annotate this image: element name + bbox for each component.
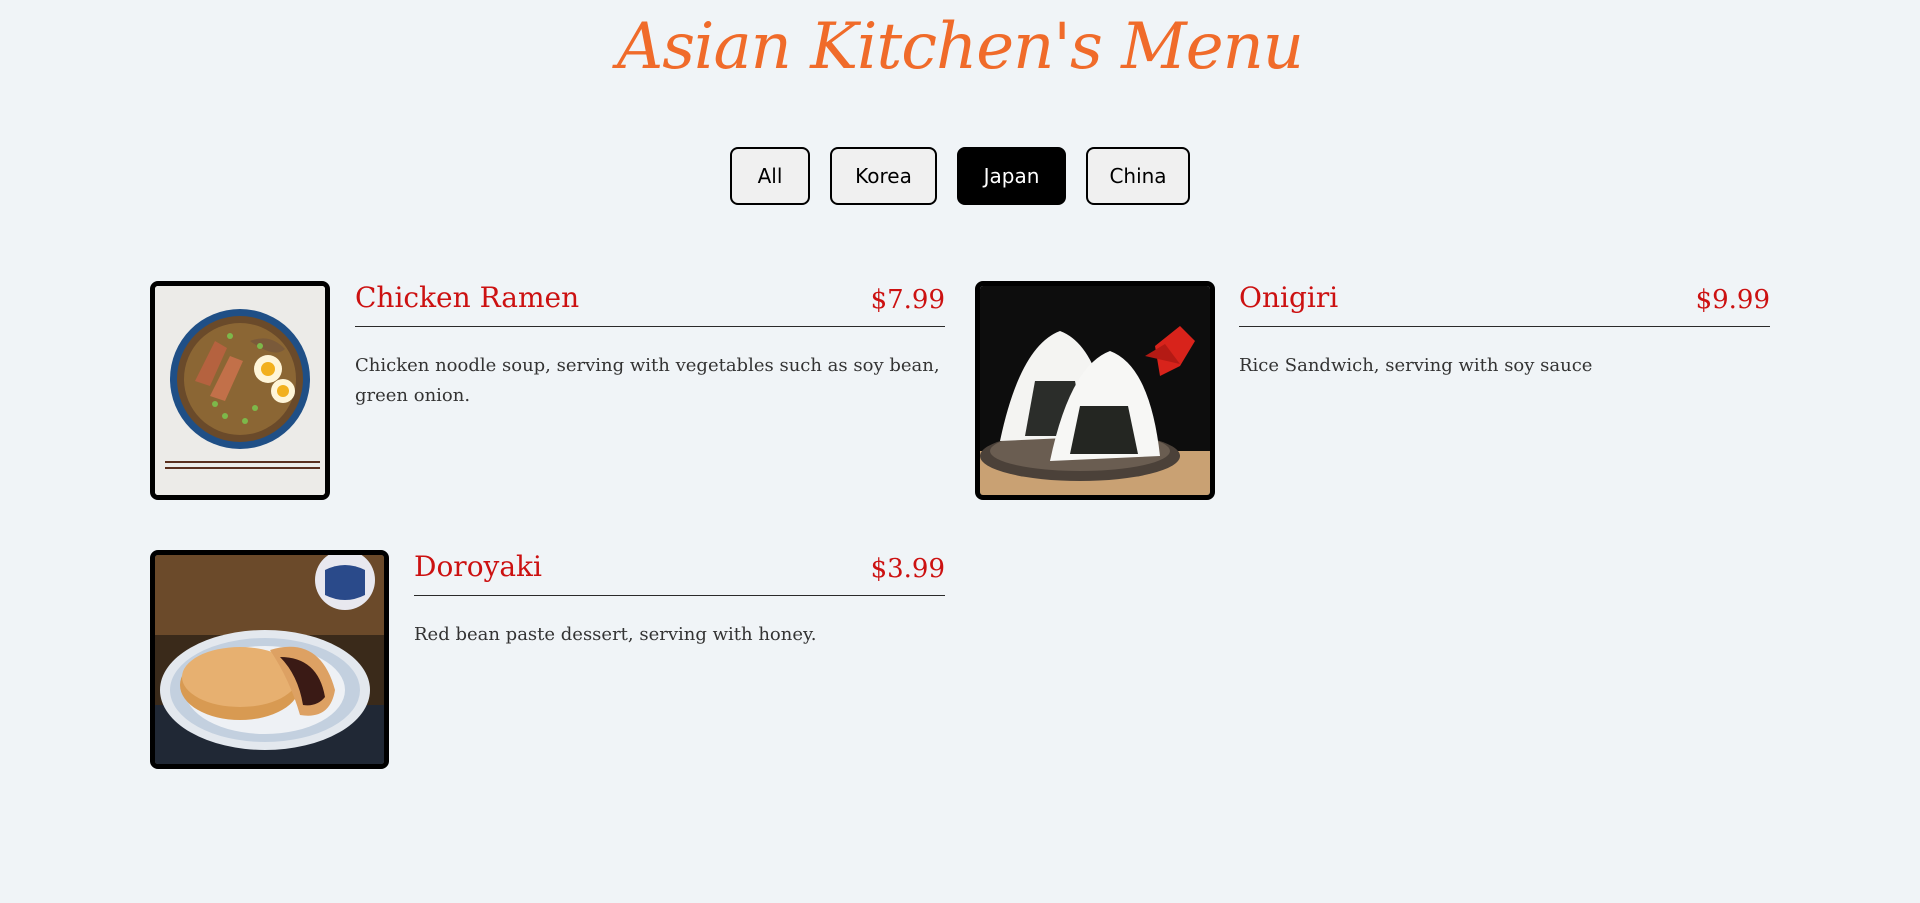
- item-description: Rice Sandwich, serving with soy sauce: [1239, 355, 1593, 376]
- page-title: Asian Kitchen's Menu: [616, 10, 1304, 84]
- menu-item-info: Onigiri $9.99 Rice Sandwich, serving wit…: [1239, 281, 1770, 381]
- onigiri-photo: [975, 281, 1215, 500]
- item-name: Chicken Ramen: [355, 281, 580, 314]
- menu-item: Chicken Ramen $7.99 Chicken noodle soup,…: [150, 281, 945, 500]
- filter-japan-button[interactable]: Japan: [957, 147, 1066, 205]
- filter-china-button[interactable]: China: [1086, 147, 1190, 205]
- chicken-ramen-photo: [150, 281, 330, 500]
- menu-item: Doroyaki $3.99 Red bean paste dessert, s…: [150, 550, 945, 769]
- filter-korea-button[interactable]: Korea: [830, 147, 937, 205]
- filter-all-button[interactable]: All: [730, 147, 810, 205]
- menu-item-header: Doroyaki $3.99: [414, 550, 945, 596]
- item-name: Doroyaki: [414, 550, 542, 583]
- menu-item-info: Chicken Ramen $7.99 Chicken noodle soup,…: [355, 281, 945, 411]
- menu-item-header: Onigiri $9.99: [1239, 281, 1770, 327]
- item-price: $9.99: [1695, 285, 1770, 315]
- menu-item-header: Chicken Ramen $7.99: [355, 281, 945, 327]
- item-price: $7.99: [870, 285, 945, 315]
- item-description: Red bean paste dessert, serving with hon…: [414, 624, 817, 645]
- doroyaki-photo: [150, 550, 389, 769]
- category-filter-bar: All Korea Japan China: [0, 147, 1920, 205]
- item-name: Onigiri: [1239, 281, 1339, 314]
- item-description: Chicken noodle soup, serving with vegeta…: [355, 355, 940, 406]
- menu-item: Onigiri $9.99 Rice Sandwich, serving wit…: [975, 281, 1770, 500]
- menu-item-info: Doroyaki $3.99 Red bean paste dessert, s…: [414, 550, 945, 650]
- item-price: $3.99: [870, 554, 945, 584]
